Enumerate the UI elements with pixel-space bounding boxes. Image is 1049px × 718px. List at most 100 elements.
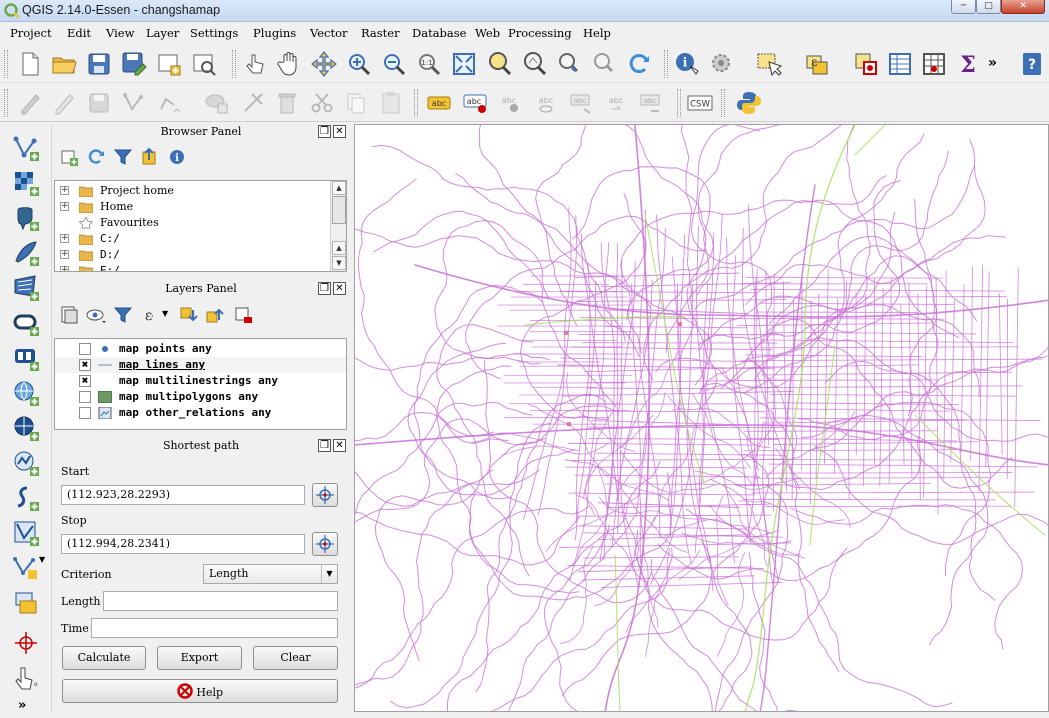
toolbar-grip[interactable] [721,89,725,117]
remove-layer-button[interactable] [232,304,254,326]
pick-stop-point-button[interactable] [312,532,338,556]
zoom-in-button[interactable] [345,50,373,78]
move-feature-button[interactable] [155,89,183,117]
current-edits-button[interactable] [16,89,44,117]
criterion-select[interactable]: Length ▼ [203,564,338,584]
rotate-label-button[interactable]: abc [567,89,595,117]
menu-web[interactable]: Web [475,26,500,40]
length-field[interactable] [103,591,338,611]
python-console-button[interactable] [735,89,763,117]
toolbar-overflow-button[interactable]: » [988,55,997,71]
composer-manager-button[interactable] [190,50,218,78]
move-label-button[interactable]: abc [532,89,560,117]
tree-item[interactable]: + Project home [55,183,346,199]
chevron-down-icon[interactable]: ▼ [39,555,45,564]
layer-visibility-checkbox[interactable] [79,343,91,355]
layer-row[interactable]: map points any [55,341,346,357]
browser-tree[interactable]: + Project home + Home Favourites + C:/ +… [54,180,347,272]
run-action-button[interactable] [708,50,736,78]
layer-visibility-checkbox[interactable] [79,407,91,419]
csw-button[interactable]: CSW [686,89,714,117]
tree-item[interactable]: + Home [55,199,346,215]
scroll-up-button[interactable]: ▲ [332,241,346,255]
gps-tool-button[interactable]: o [12,664,40,692]
scroll-down-button[interactable]: ▼ [332,256,346,270]
add-raster-layer-button[interactable] [12,169,40,197]
close-panel-button[interactable]: ✕ [333,282,346,295]
paste-features-button[interactable] [377,89,405,117]
georeferencer-button[interactable] [12,629,40,657]
pin-label-button[interactable]: abc [461,89,489,117]
chevron-down-icon[interactable]: ▼ [321,565,337,583]
menu-database[interactable]: Database [412,26,466,40]
add-virtual-layer-button[interactable] [12,519,40,547]
map-themes-button[interactable] [85,304,107,326]
field-calculator-button[interactable] [920,50,948,78]
expander[interactable]: + [60,202,69,211]
add-db2-button[interactable] [12,344,40,372]
browser-scrollbar[interactable]: ▲ ▲ ▼ [330,181,346,271]
map-canvas[interactable] [354,124,1049,712]
float-panel-button[interactable]: ❐ [318,125,331,138]
zoom-to-layer-button[interactable] [520,50,548,78]
show-hide-labels-button[interactable]: abc [497,89,525,117]
zoom-next-button[interactable] [590,50,618,78]
tree-item[interactable]: + E:/ [55,263,346,271]
scroll-up-button[interactable]: ▲ [332,181,346,195]
collapse-all-button[interactable] [204,304,226,326]
whats-this-button[interactable]: ? [1018,50,1046,78]
scroll-thumb[interactable] [332,196,346,224]
menu-project[interactable]: Project [10,26,52,40]
vertex-tool-button[interactable] [240,89,268,117]
menu-view[interactable]: View [106,26,134,40]
identify-button[interactable]: i [673,50,701,78]
help-button[interactable]: Help [62,679,338,703]
layer-row[interactable]: ✖ map multilinestrings any [55,373,346,389]
expander[interactable]: + [60,250,69,259]
tree-item[interactable]: + D:/ [55,247,346,263]
browser-properties-button[interactable]: i [166,146,188,168]
add-selected-layers-button[interactable] [58,146,80,168]
new-project-button[interactable] [16,50,44,78]
browser-filter-button[interactable] [112,146,134,168]
pan-to-selection-button[interactable] [310,50,338,78]
menu-processing[interactable]: Processing [508,26,572,40]
close-button[interactable]: ✕ [1001,0,1045,14]
save-as-button[interactable] [120,50,148,78]
maximize-button[interactable]: □ [976,0,1001,14]
zoom-native-button[interactable]: 1:1 [415,50,443,78]
label-button[interactable]: abc [425,89,453,117]
toolbar-grip[interactable] [414,89,418,117]
layer-styling-button[interactable] [58,304,80,326]
layer-visibility-checkbox[interactable]: ✖ [79,359,91,371]
zoom-to-selection-button[interactable] [485,50,513,78]
layer-visibility-checkbox[interactable]: ✖ [79,375,91,387]
export-button[interactable]: Export [157,646,242,670]
minimize-button[interactable]: ─ [951,0,976,14]
attribute-table-button[interactable] [886,50,914,78]
select-by-expression-button[interactable]: ε [803,50,831,78]
menu-settings[interactable]: Settings [190,26,238,40]
add-wcs-button[interactable] [12,414,40,442]
filter-by-expression-button[interactable]: ε, [139,304,161,326]
clear-button[interactable]: Clear [253,646,338,670]
close-panel-button[interactable]: ✕ [333,439,346,452]
layers-tree[interactable]: map points any ✖ map lines any ✖ map mul… [54,338,347,430]
toolbar-grip[interactable] [677,89,681,117]
open-project-button[interactable] [50,50,78,78]
float-panel-button[interactable]: ❐ [318,282,331,295]
refresh-button[interactable] [625,50,653,78]
copy-features-button[interactable] [342,89,370,117]
change-label-button[interactable]: abc [602,89,630,117]
add-feature-button[interactable] [120,89,148,117]
add-vector-layer-button[interactable] [12,134,40,162]
zoom-out-button[interactable] [380,50,408,78]
toolbar-grip[interactable] [4,50,8,78]
new-print-composer-button[interactable] [155,50,183,78]
add-postgis-button[interactable] [12,204,40,232]
close-panel-button[interactable]: ✕ [333,125,346,138]
delete-selected-button[interactable] [273,89,301,117]
stop-point-field[interactable]: (112.994,28.2341) [61,534,305,554]
new-shapefile-button[interactable] [12,554,40,582]
save-project-button[interactable] [85,50,113,78]
